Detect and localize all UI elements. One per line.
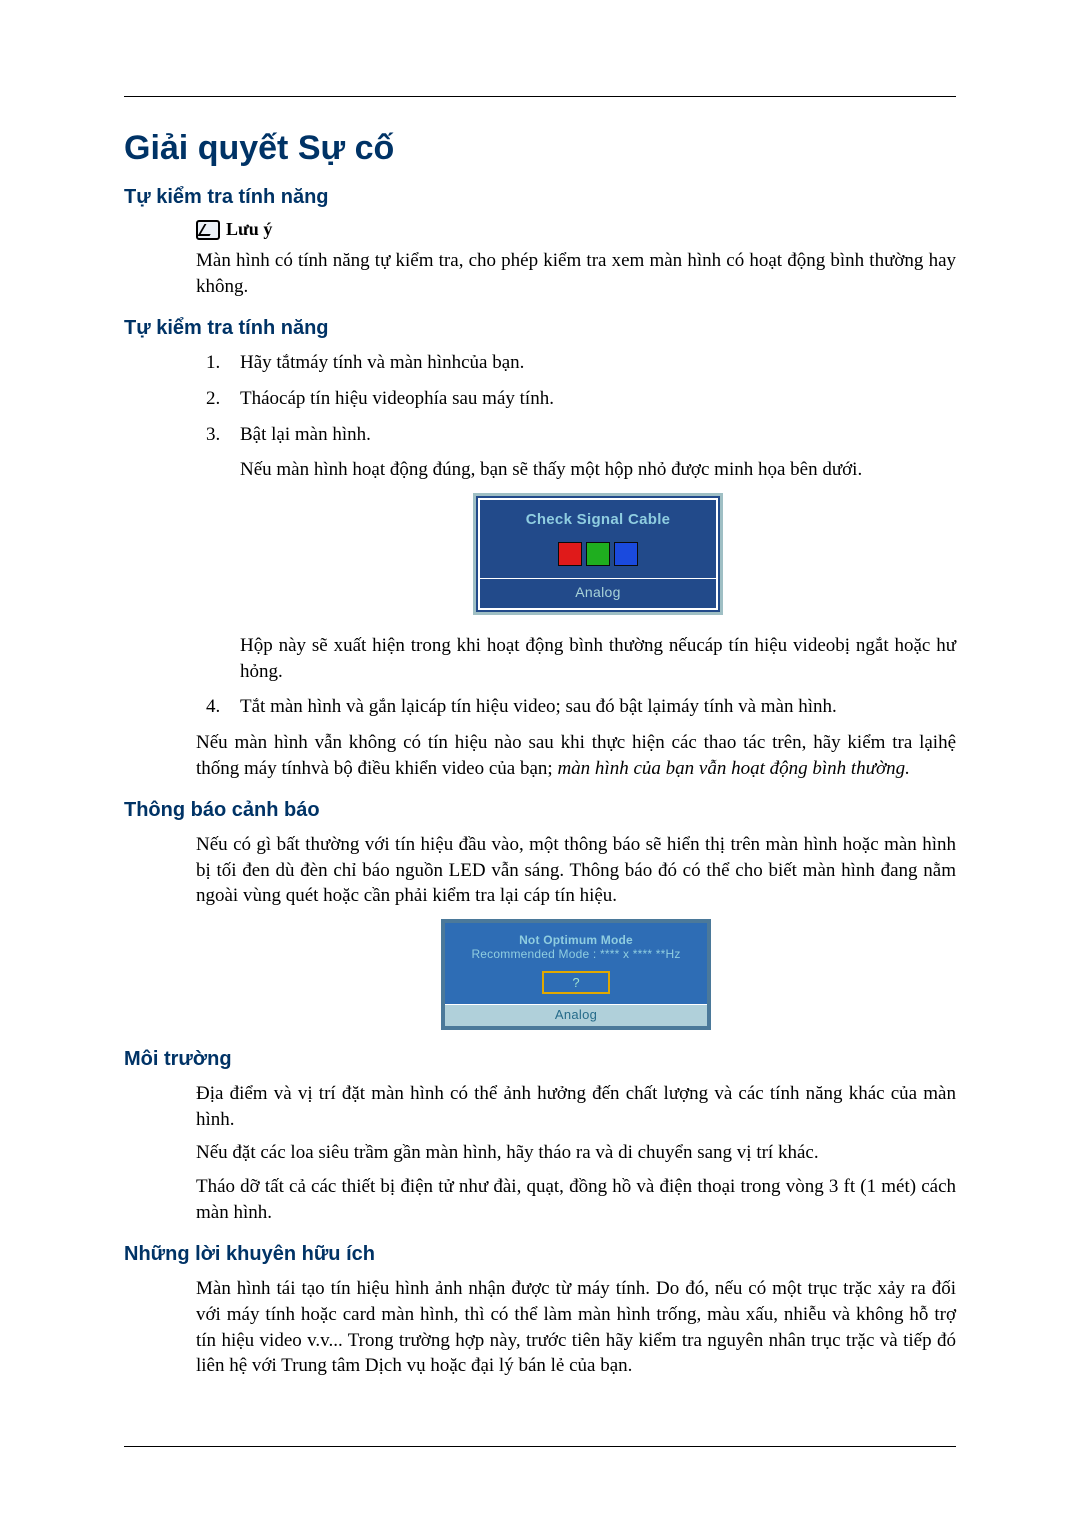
section1-content: Lưu ý Màn hình có tính năng tự kiểm tra,… (196, 219, 956, 299)
note-icon (196, 220, 220, 240)
section5-content: Màn hình tái tạo tín hiệu hình ảnh nhận … (196, 1276, 956, 1379)
section-heading-tips: Những lời khuyên hữu ích (124, 1243, 956, 1266)
step-text: Tắt màn hình và gắn lạicáp tín hiệu vide… (240, 696, 837, 717)
closing-paragraph: Nếu màn hình vẫn không có tín hiệu nào s… (196, 730, 956, 781)
after-fig1-text: Hộp này sẽ xuất hiện trong khi hoạt động… (240, 633, 956, 684)
note-row: Lưu ý (196, 219, 956, 240)
fig1-title: Check Signal Cable (486, 510, 710, 530)
list-item: Bật lại màn hình. Nếu màn hình hoạt động… (206, 422, 956, 685)
note-text: Màn hình có tính năng tự kiểm tra, cho p… (196, 248, 956, 299)
env-p1: Địa điểm và vị trí đặt màn hình có thể ả… (196, 1081, 956, 1132)
section-heading-selftest-1: Tự kiểm tra tính năng (124, 186, 956, 209)
page: Giải quyết Sự cố Tự kiểm tra tính năng L… (0, 0, 1080, 1527)
fig2-question-button: ? (542, 971, 610, 994)
green-square-icon (586, 542, 610, 566)
section3-content: Nếu có gì bất thường với tín hiệu đầu và… (196, 832, 956, 1030)
figure-1-wrap: Check Signal Cable Analog (240, 493, 956, 615)
figure-not-optimum-mode: Not Optimum Mode Recommended Mode : ****… (441, 919, 711, 1030)
section-heading-warning: Thông báo cảnh báo (124, 799, 956, 822)
rgb-squares (486, 542, 710, 566)
fig1-footer: Analog (480, 578, 716, 608)
figure-check-signal-cable: Check Signal Cable Analog (473, 493, 723, 615)
bottom-rule (124, 1446, 956, 1447)
fig2-line2: Recommended Mode : **** x **** **Hz (453, 947, 699, 961)
env-p3: Tháo dỡ tất cả các thiết bị điện tử như … (196, 1174, 956, 1225)
step-text: Tháocáp tín hiệu videophía sau máy tính. (240, 388, 554, 409)
note-label: Lưu ý (226, 219, 272, 240)
section-heading-selftest-2: Tự kiểm tra tính năng (124, 317, 956, 340)
fig2-line1: Not Optimum Mode (453, 933, 699, 947)
fig1-inner: Check Signal Cable Analog (478, 498, 718, 610)
step-subtext: Nếu màn hình hoạt động đúng, bạn sẽ thấy… (240, 457, 956, 483)
page-title: Giải quyết Sự cố (124, 129, 956, 168)
list-item: Tháocáp tín hiệu videophía sau máy tính. (206, 386, 956, 412)
list-item: Hãy tắtmáy tính và màn hìnhcủa bạn. (206, 350, 956, 376)
blue-square-icon (614, 542, 638, 566)
section-heading-environment: Môi trường (124, 1048, 956, 1071)
step-text: Bật lại màn hình. (240, 424, 371, 445)
numbered-steps: Hãy tắtmáy tính và màn hìnhcủa bạn. Tháo… (206, 350, 956, 720)
fig2-inner: Not Optimum Mode Recommended Mode : ****… (445, 923, 707, 994)
red-square-icon (558, 542, 582, 566)
tips-text: Màn hình tái tạo tín hiệu hình ảnh nhận … (196, 1276, 956, 1379)
warning-text: Nếu có gì bất thường với tín hiệu đầu và… (196, 832, 956, 909)
section2-content: Hãy tắtmáy tính và màn hìnhcủa bạn. Tháo… (196, 350, 956, 781)
env-p2: Nếu đặt các loa siêu trầm gần màn hình, … (196, 1140, 956, 1166)
step-text: Hãy tắtmáy tính và màn hìnhcủa bạn. (240, 352, 524, 373)
figure-2-wrap: Not Optimum Mode Recommended Mode : ****… (196, 919, 956, 1030)
closing-italic: màn hình của bạn vẫn hoạt động bình thườ… (557, 758, 909, 779)
list-item: Tắt màn hình và gắn lạicáp tín hiệu vide… (206, 694, 956, 720)
top-rule (124, 96, 956, 97)
section4-content: Địa điểm và vị trí đặt màn hình có thể ả… (196, 1081, 956, 1225)
fig2-footer: Analog (445, 1004, 707, 1026)
